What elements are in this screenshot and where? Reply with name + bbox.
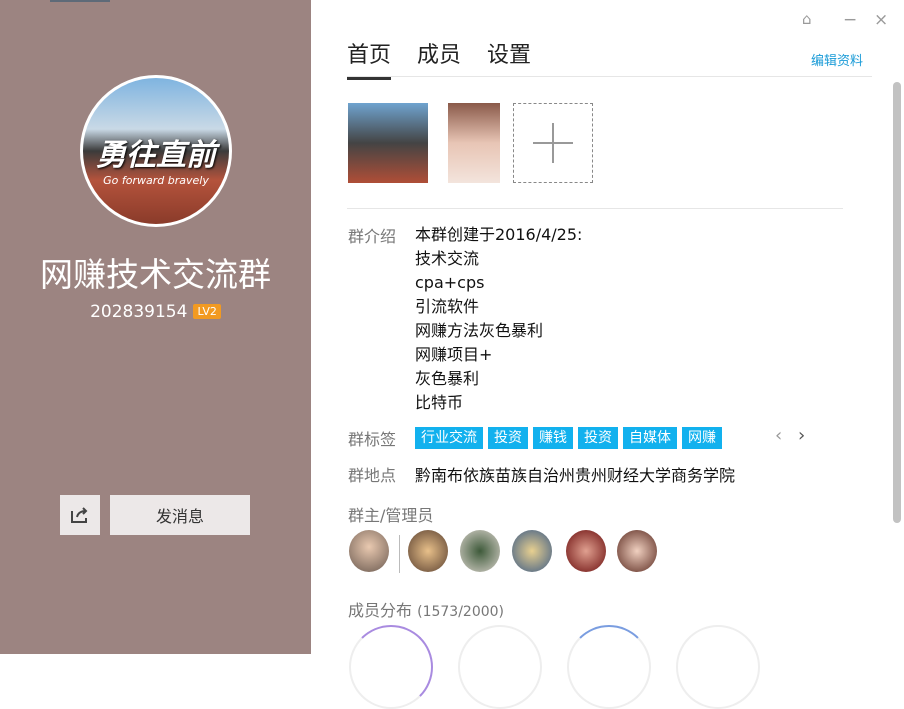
tag-list: 行业交流 投资 赚钱 投资 自媒体 网赚 <box>415 427 722 449</box>
share-button[interactable] <box>60 495 100 535</box>
tag[interactable]: 自媒体 <box>623 427 677 449</box>
admin-avatar[interactable] <box>460 530 500 572</box>
intro-line: 网赚项目+ <box>415 343 582 367</box>
distribution-chart <box>676 625 760 709</box>
intro-line: 比特币 <box>415 391 582 415</box>
intro-text: 本群创建于2016/4/25: 技术交流 cpa+cps 引流软件 网赚方法灰色… <box>415 223 582 415</box>
divider <box>347 208 843 209</box>
divider <box>399 535 400 573</box>
admin-avatar[interactable] <box>512 530 552 572</box>
top-indicator <box>50 0 110 2</box>
tab-members[interactable]: 成员 <box>417 37 461 80</box>
distribution-chart <box>458 625 542 709</box>
intro-label: 群介绍 <box>348 223 396 247</box>
tag[interactable]: 网赚 <box>682 427 722 449</box>
location-label: 群地点 <box>348 462 396 486</box>
group-id-row: 202839154 LV2 <box>0 302 311 322</box>
intro-line: 技术交流 <box>415 247 582 271</box>
intro-line: 本群创建于2016/4/25: <box>415 223 582 247</box>
admin-avatar[interactable] <box>566 530 606 572</box>
tab-bar: 首页 成员 设置 <box>347 37 531 80</box>
divider <box>347 76 872 77</box>
level-badge: LV2 <box>193 304 220 319</box>
location-value: 黔南布依族苗族自治州贵州财经大学商务学院 <box>415 462 735 486</box>
album-photo[interactable] <box>348 103 428 183</box>
intro-line: 网赚方法灰色暴利 <box>415 319 582 343</box>
edit-profile-link[interactable]: 编辑资料 <box>811 50 863 69</box>
admin-avatar[interactable] <box>617 530 657 572</box>
tags-next-button[interactable]: › <box>798 425 805 446</box>
close-button[interactable]: × <box>874 10 888 30</box>
owner-avatar[interactable] <box>349 530 389 572</box>
tag[interactable]: 投资 <box>488 427 528 449</box>
add-photo-button[interactable] <box>513 103 593 183</box>
tag[interactable]: 行业交流 <box>415 427 483 449</box>
plus-icon <box>533 123 573 163</box>
avatar-logo-text: 勇往直前 <box>83 130 229 174</box>
send-message-button[interactable]: 发消息 <box>110 495 250 535</box>
admin-avatar[interactable] <box>408 530 448 572</box>
member-distribution-label: 成员分布 <box>348 601 412 620</box>
group-profile-panel: 勇往直前 Go forward bravely 网赚技术交流群 20283915… <box>0 0 311 654</box>
scrollbar[interactable] <box>893 82 901 523</box>
tags-prev-button[interactable]: ‹ <box>775 425 782 446</box>
group-avatar[interactable]: 勇往直前 Go forward bravely <box>80 75 232 227</box>
avatar-sub-text: Go forward bravely <box>83 174 229 187</box>
distribution-chart <box>567 625 651 709</box>
group-id: 202839154 <box>90 302 187 322</box>
intro-line: 引流软件 <box>415 295 582 319</box>
tags-label: 群标签 <box>348 426 396 450</box>
skin-icon[interactable]: ⌂ <box>802 10 812 28</box>
minimize-button[interactable]: − <box>843 10 857 30</box>
tag[interactable]: 投资 <box>578 427 618 449</box>
group-name: 网赚技术交流群 <box>0 248 311 296</box>
admins-label: 群主/管理员 <box>348 502 433 526</box>
member-distribution-title: 成员分布 (1573/2000) <box>348 597 504 621</box>
album-photo[interactable] <box>448 103 500 183</box>
tab-home[interactable]: 首页 <box>347 37 391 80</box>
share-icon <box>70 506 90 524</box>
tab-settings[interactable]: 设置 <box>487 37 531 80</box>
tag[interactable]: 赚钱 <box>533 427 573 449</box>
distribution-chart <box>349 625 433 709</box>
intro-line: 灰色暴利 <box>415 367 582 391</box>
intro-line: cpa+cps <box>415 271 582 295</box>
member-count: (1573/2000) <box>417 604 504 620</box>
